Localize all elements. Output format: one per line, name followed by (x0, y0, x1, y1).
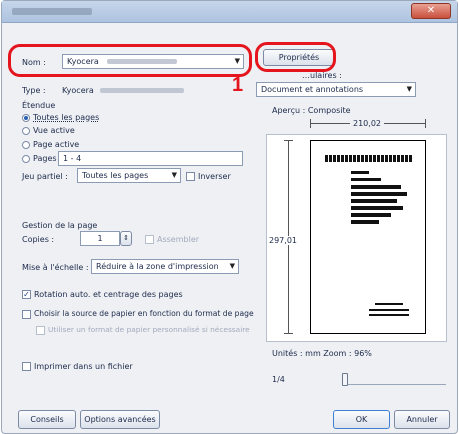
height-ruler-top-tick (284, 140, 293, 141)
subset-select[interactable]: Toutes les pages ▼ (77, 168, 181, 183)
printer-type-value: Kyocera (62, 86, 185, 95)
custom-paper-checkbox[interactable]: Utiliser un format de papier personnalis… (36, 325, 250, 335)
preview-text-line (351, 192, 407, 196)
width-ruler-right-tick (425, 119, 426, 128)
radio-current-view[interactable]: Vue active (22, 126, 75, 135)
advanced-button[interactable]: Options avancées (80, 410, 160, 429)
preview-page (310, 140, 426, 334)
copies-label: Copies : (22, 235, 55, 244)
chevron-down-icon: ▼ (171, 171, 177, 179)
title-bar: ✕ (2, 1, 457, 23)
checkmark-icon: ✓ (22, 290, 31, 299)
stepper-arrows-icon: ⇕ (123, 234, 129, 242)
preview-text-line (351, 206, 403, 210)
preview-signature-line (369, 314, 409, 316)
range-section-label: Étendue (22, 101, 56, 110)
comments-forms-select[interactable]: Document et annotations ▼ (256, 82, 416, 97)
preview-heading-block (325, 155, 413, 162)
printer-type-redacted (100, 88, 185, 93)
subset-value: Toutes les pages (82, 171, 149, 180)
preview-text-line (351, 171, 369, 174)
copies-input[interactable]: 1 (80, 231, 120, 246)
checkbox-icon (36, 325, 45, 335)
preview-text-line (351, 185, 401, 189)
preview-text-line (351, 213, 391, 217)
print-to-file-checkbox[interactable]: Imprimer dans un fichier (22, 362, 133, 371)
width-ruler-left-tick (310, 119, 311, 128)
checkbox-icon (186, 172, 195, 181)
height-ruler-bottom-tick (284, 333, 293, 334)
comments-forms-label: …ulaires : (302, 71, 342, 80)
chevron-down-icon: ▼ (229, 262, 235, 270)
radio-all-pages[interactable]: Toutes les pages (22, 113, 99, 122)
radio-selected-icon (22, 113, 30, 122)
scaling-label: Mise à l'échelle : (22, 263, 89, 272)
preview-width-value: 210,02 (350, 119, 384, 128)
radio-pages[interactable]: Pages (22, 154, 57, 163)
radio-icon (22, 140, 30, 149)
preview-text-line (351, 178, 381, 181)
printer-type-label: Type : (22, 86, 46, 95)
scaling-value: Réduire à la zone d'impression (96, 262, 219, 271)
scaling-select[interactable]: Réduire à la zone d'impression ▼ (91, 259, 239, 274)
radio-icon (22, 154, 30, 163)
close-button[interactable]: ✕ (411, 3, 451, 19)
page-handling-section-label: Gestion de la page (22, 221, 98, 230)
preview-height-value: 297,01 (269, 236, 297, 245)
page-slider[interactable] (342, 373, 446, 386)
checkbox-icon (145, 235, 154, 244)
page-counter: 1/4 (272, 375, 285, 384)
callout-number: 1 (232, 74, 244, 96)
preview-signature-line (375, 303, 403, 305)
checkbox-icon (22, 362, 31, 371)
pages-input[interactable]: 1 - 4 (58, 151, 243, 166)
paper-source-checkbox[interactable]: Choisir la source de papier en fonction … (22, 309, 254, 319)
radio-icon (22, 126, 30, 135)
tips-button[interactable]: Conseils (18, 410, 76, 429)
ok-button[interactable]: OK (333, 410, 390, 429)
radio-current-page[interactable]: Page active (22, 140, 79, 149)
checkbox-icon (22, 309, 31, 319)
preview-text-line (351, 220, 379, 224)
dialog-title (12, 8, 92, 15)
preview-signature-line (369, 309, 409, 311)
subset-label: Jeu partiel : (22, 172, 68, 181)
units-zoom-text: Unités : mm Zoom : 96% (272, 349, 372, 358)
chevron-down-icon: ▼ (406, 85, 412, 93)
preview-label: Aperçu : Composite (272, 106, 351, 115)
preview-text-line (351, 199, 397, 203)
comments-forms-value: Document et annotations (261, 85, 364, 94)
auto-rotate-checkbox[interactable]: ✓ Rotation auto. et centrage des pages (22, 290, 183, 299)
callout-highlight-properties (255, 42, 336, 72)
slider-thumb[interactable] (342, 373, 348, 386)
cancel-button[interactable]: Annuler (394, 410, 450, 429)
callout-highlight-printer (8, 44, 252, 77)
reverse-checkbox[interactable]: Inverser (186, 172, 231, 181)
collate-checkbox[interactable]: Assembler (145, 235, 199, 244)
copies-stepper[interactable]: ⇕ (120, 231, 132, 246)
